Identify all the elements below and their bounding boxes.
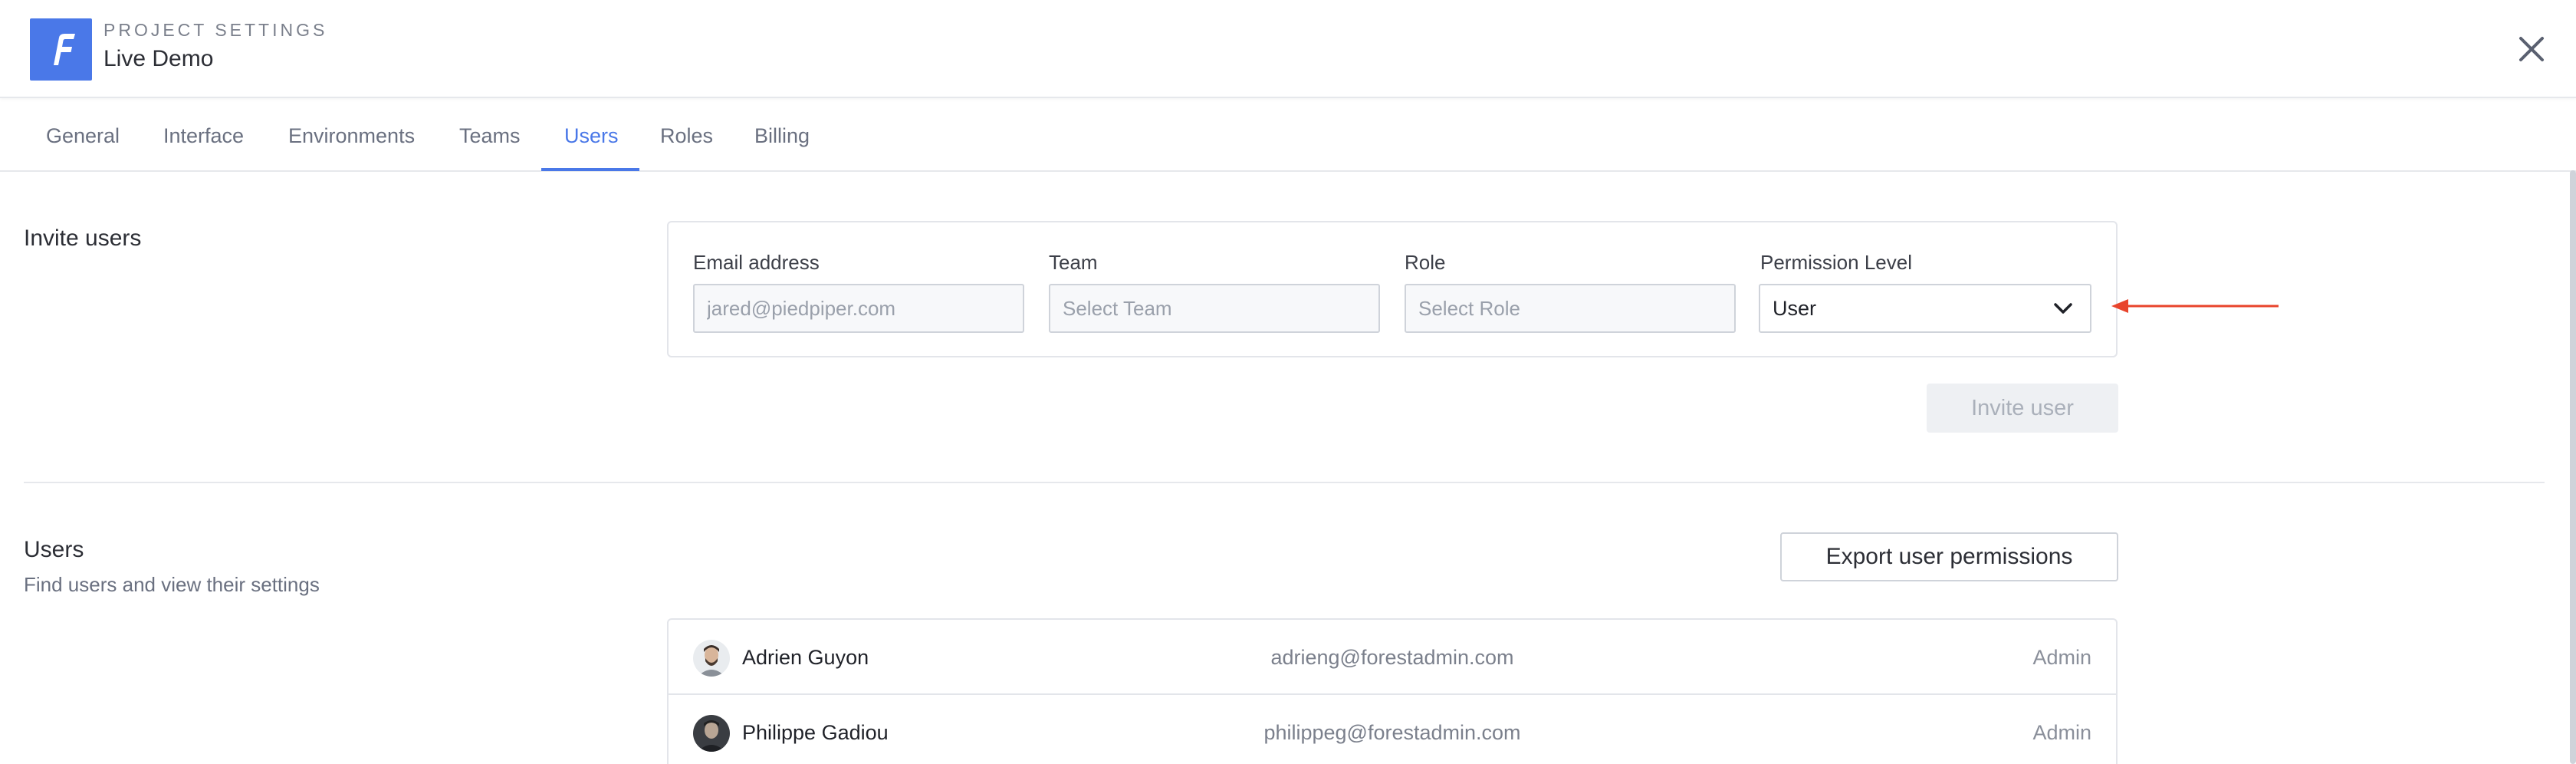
- export-user-permissions-button[interactable]: Export user permissions: [1780, 532, 2118, 581]
- team-select[interactable]: [1049, 284, 1380, 333]
- user-role: Admin: [2032, 646, 2091, 669]
- team-label: Team: [1049, 251, 1098, 274]
- invite-users-title: Invite users: [24, 226, 142, 251]
- tab-general[interactable]: General: [46, 100, 120, 172]
- tab-interface[interactable]: Interface: [163, 100, 244, 172]
- role-label: Role: [1405, 251, 1446, 274]
- tab-teams[interactable]: Teams: [459, 100, 521, 172]
- users-list: Adrien Guyon adrieng@forestadmin.com Adm…: [667, 618, 2118, 764]
- tab-environments[interactable]: Environments: [288, 100, 415, 172]
- invite-user-button[interactable]: Invite user: [1927, 384, 2118, 433]
- list-item[interactable]: Adrien Guyon adrieng@forestadmin.com Adm…: [669, 620, 2116, 695]
- permission-level-select[interactable]: User: [1759, 284, 2091, 333]
- role-select[interactable]: [1405, 284, 1736, 333]
- user-role: Admin: [2032, 721, 2091, 744]
- users-subtitle: Find users and view their settings: [24, 573, 320, 596]
- tab-billing[interactable]: Billing: [754, 100, 810, 172]
- user-email: philippeg@forestadmin.com: [1263, 721, 1521, 744]
- user-email: adrieng@forestadmin.com: [1270, 646, 1514, 669]
- header: PROJECT SETTINGS Live Demo: [0, 0, 2576, 98]
- active-tab-indicator: [541, 168, 639, 171]
- scrollbar[interactable]: [2570, 170, 2576, 764]
- project-title: Live Demo: [104, 46, 214, 71]
- chevron-down-icon: [2054, 303, 2072, 314]
- logo-f-icon: [53, 33, 75, 65]
- settings-tabs: General Interface Environments Teams Use…: [0, 100, 2576, 172]
- list-item[interactable]: Philippe Gadiou philippeg@forestadmin.co…: [669, 695, 2116, 764]
- permission-level-value: User: [1773, 297, 1817, 320]
- users-title: Users: [24, 537, 84, 562]
- annotation-arrow-icon: [2111, 299, 2279, 313]
- header-kicker: PROJECT SETTINGS: [104, 20, 328, 40]
- close-icon[interactable]: [2515, 32, 2548, 66]
- tab-users[interactable]: Users: [564, 100, 619, 172]
- tab-roles[interactable]: Roles: [660, 100, 713, 172]
- section-divider: [24, 482, 2545, 483]
- permission-level-label: Permission Level: [1760, 251, 1912, 274]
- email-field[interactable]: [693, 284, 1024, 333]
- email-label: Email address: [693, 251, 820, 274]
- forest-logo: [30, 18, 92, 81]
